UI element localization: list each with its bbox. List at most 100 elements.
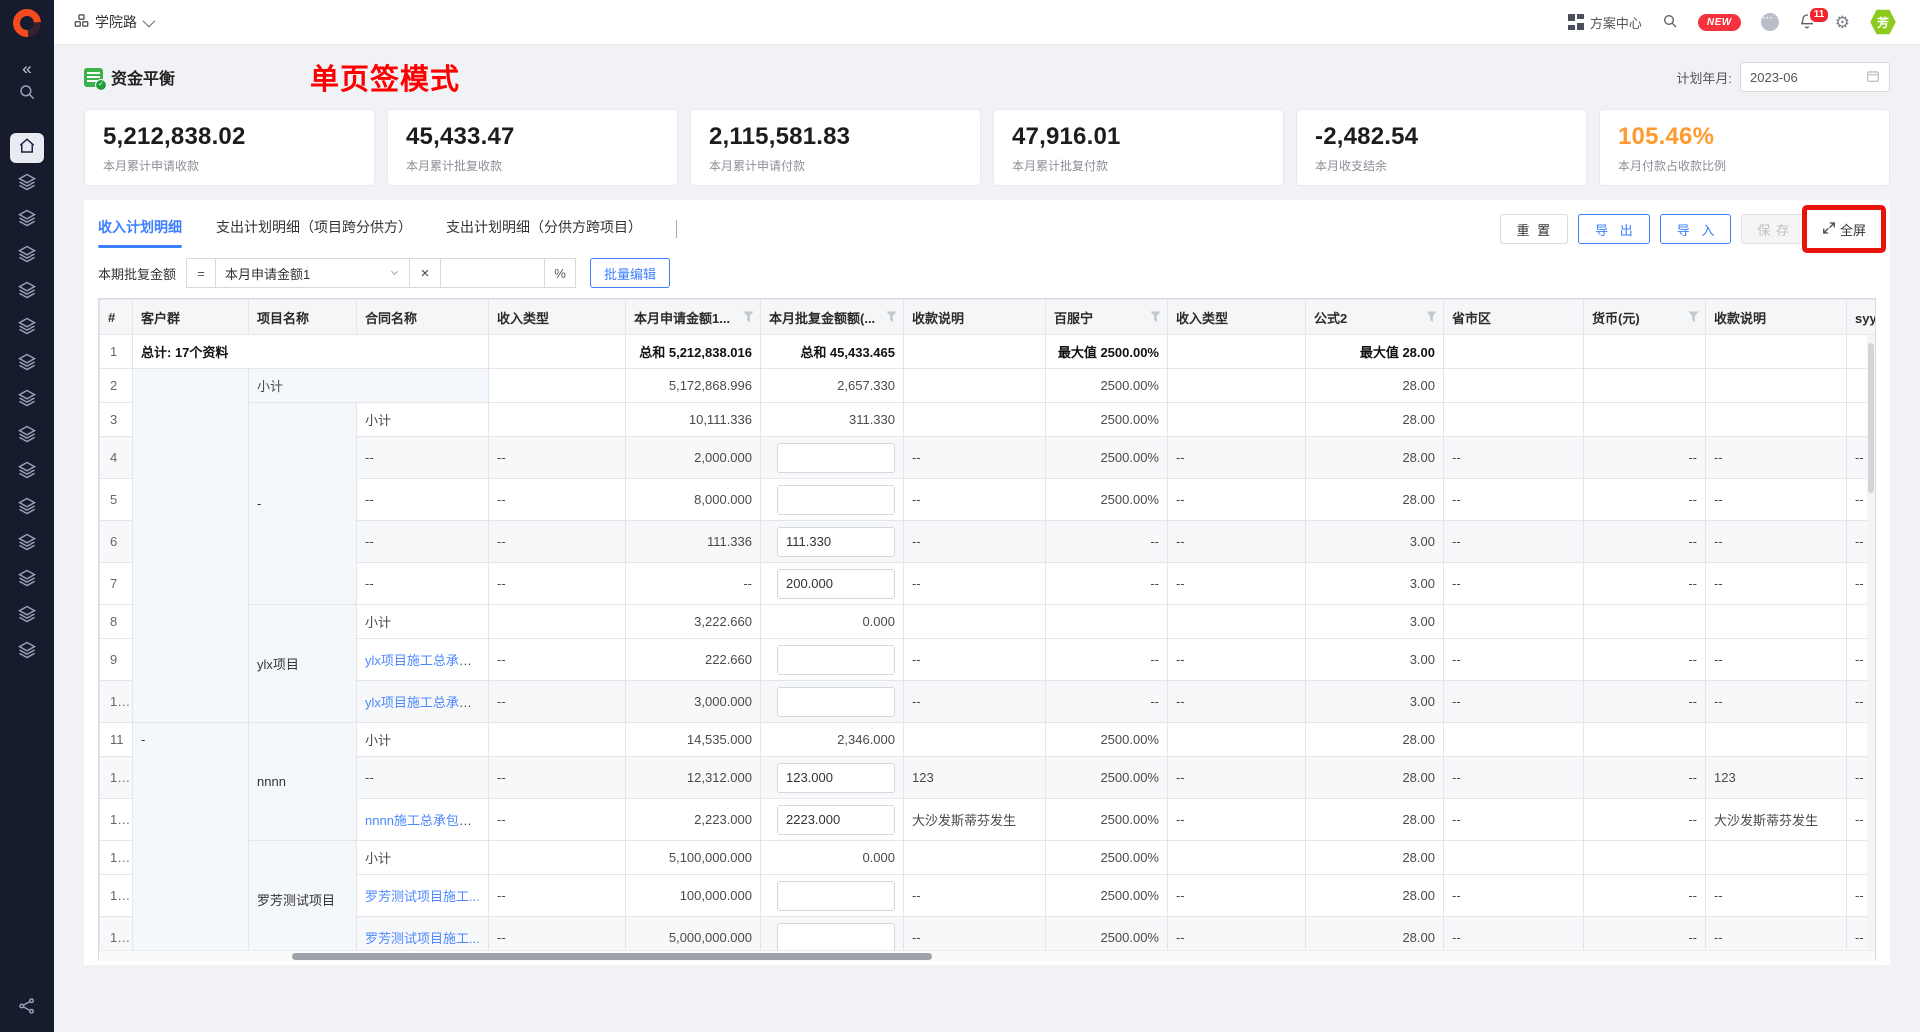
cell: 2500.00% bbox=[1046, 437, 1168, 479]
layers-icon bbox=[18, 389, 36, 412]
cell: 0.000 bbox=[761, 841, 904, 875]
cell: 罗芳测试项目 bbox=[249, 841, 357, 959]
filter-funnel-icon[interactable] bbox=[1150, 311, 1161, 326]
cell: ylx项目 bbox=[249, 605, 357, 723]
grid-icon bbox=[1568, 14, 1584, 30]
cell: -- bbox=[1168, 757, 1306, 799]
horizontal-scrollbar[interactable] bbox=[99, 950, 1875, 961]
filter-funnel-icon[interactable] bbox=[1688, 311, 1699, 326]
row-number: 12 bbox=[100, 757, 133, 799]
cell: -- bbox=[1706, 875, 1847, 917]
avatar[interactable]: 芳 bbox=[1870, 9, 1896, 35]
collapse-sidebar-icon[interactable]: « bbox=[22, 59, 31, 79]
reset-button[interactable]: 重 置 bbox=[1500, 214, 1568, 244]
cell: nnnn bbox=[249, 723, 357, 841]
approved-amount-input[interactable] bbox=[777, 923, 895, 953]
row-number: 7 bbox=[100, 563, 133, 605]
batch-edit-button[interactable]: 批量编辑 bbox=[590, 258, 670, 288]
sidebar-item-layers[interactable] bbox=[10, 313, 44, 343]
sidebar-share-nodes[interactable] bbox=[0, 997, 54, 1020]
sidebar-item-layers[interactable] bbox=[10, 385, 44, 415]
sidebar-item-layers[interactable] bbox=[10, 277, 44, 307]
sidebar-search[interactable] bbox=[10, 79, 44, 109]
fullscreen-button[interactable]: 全屏 bbox=[1816, 220, 1872, 239]
approved-amount-input[interactable]: 111.330 bbox=[777, 527, 895, 557]
formula-field-select[interactable]: 本月申请金额1 bbox=[215, 258, 410, 288]
cell: -- bbox=[1584, 757, 1706, 799]
cell: 总计: 17个资料 bbox=[133, 335, 489, 369]
sidebar-item-layers[interactable] bbox=[10, 457, 44, 487]
sidebar-item-home[interactable] bbox=[10, 133, 44, 163]
contract-link[interactable]: ylx项目施工总承包... bbox=[365, 653, 483, 668]
cell: 123 bbox=[904, 757, 1046, 799]
approved-amount-input[interactable] bbox=[777, 881, 895, 911]
cell: -- bbox=[1444, 639, 1584, 681]
messages-button[interactable] bbox=[1761, 13, 1779, 31]
cell: -- bbox=[357, 479, 489, 521]
sidebar-item-layers[interactable] bbox=[10, 601, 44, 631]
percentage-input[interactable] bbox=[441, 259, 544, 287]
org-switcher[interactable]: 学院路 bbox=[74, 12, 152, 32]
cell: 罗芳测试项目施工... bbox=[357, 875, 489, 917]
export-button[interactable]: 导 出 bbox=[1578, 214, 1650, 244]
filter-funnel-icon[interactable] bbox=[743, 311, 754, 326]
card-label: 本月累计申请付款 bbox=[709, 157, 962, 174]
sidebar-item-layers[interactable] bbox=[10, 421, 44, 451]
approved-amount-input[interactable] bbox=[777, 485, 895, 515]
notifications-button[interactable]: 11 bbox=[1799, 13, 1815, 32]
sidebar-item-layers[interactable] bbox=[10, 241, 44, 271]
sidebar-item-layers[interactable] bbox=[10, 349, 44, 379]
sidebar-item-layers[interactable] bbox=[10, 565, 44, 595]
sidebar-item-layers[interactable] bbox=[10, 169, 44, 199]
cell: 28.00 bbox=[1306, 369, 1444, 403]
cell bbox=[1706, 605, 1847, 639]
cell: -- bbox=[489, 563, 626, 605]
sidebar-item-layers[interactable] bbox=[10, 205, 44, 235]
approved-amount-input[interactable] bbox=[777, 443, 895, 473]
solution-center-button[interactable]: 方案中心 bbox=[1568, 13, 1642, 32]
sidebar-item-layers[interactable] bbox=[10, 637, 44, 667]
approved-amount-input[interactable]: 200.000 bbox=[777, 569, 895, 599]
summary-card: -2,482.54本月收支结余 bbox=[1296, 109, 1587, 186]
tab-active[interactable]: 收入计划明细 bbox=[98, 217, 182, 248]
cell bbox=[1706, 403, 1847, 437]
approved-amount-input[interactable]: 2223.000 bbox=[777, 805, 895, 835]
approved-amount-input[interactable] bbox=[777, 687, 895, 717]
cell: -- bbox=[904, 639, 1046, 681]
new-badge[interactable]: NEW bbox=[1698, 14, 1741, 31]
contract-link[interactable]: ylx项目施工总承包... bbox=[365, 695, 483, 710]
sidebar-item-layers[interactable] bbox=[10, 529, 44, 559]
cell bbox=[761, 639, 904, 681]
vertical-scrollbar[interactable] bbox=[1867, 335, 1875, 949]
cell bbox=[1706, 369, 1847, 403]
cell: 小计 bbox=[249, 369, 489, 403]
contract-link[interactable]: 罗芳测试项目施工... bbox=[365, 931, 480, 946]
sidebar-item-layers[interactable] bbox=[10, 493, 44, 523]
filter-funnel-icon[interactable] bbox=[1426, 311, 1437, 326]
settings-button[interactable]: ⚙ bbox=[1835, 14, 1850, 31]
cell: 3.00 bbox=[1306, 605, 1444, 639]
card-label: 本月累计批复收款 bbox=[406, 157, 659, 174]
card-value: 105.46% bbox=[1618, 123, 1871, 151]
tab-item[interactable]: 支出计划明细（分供方跨项目） bbox=[446, 217, 642, 248]
header-search-button[interactable] bbox=[1662, 13, 1678, 32]
card-value: 47,916.01 bbox=[1012, 123, 1265, 151]
contract-link[interactable]: nnnn施工总承包合同 bbox=[365, 813, 485, 828]
cell: 2,657.330 bbox=[761, 369, 904, 403]
import-button[interactable]: 导 入 bbox=[1660, 214, 1732, 244]
approved-amount-input[interactable]: 123.000 bbox=[777, 763, 895, 793]
cell: 3,222.660 bbox=[626, 605, 761, 639]
approved-amount-input[interactable] bbox=[777, 645, 895, 675]
cell: -- bbox=[1706, 563, 1847, 605]
cell bbox=[904, 403, 1046, 437]
cell: -- bbox=[1168, 563, 1306, 605]
filter-funnel-icon[interactable] bbox=[886, 311, 897, 326]
search-icon bbox=[1662, 13, 1678, 32]
org-name: 学院路 bbox=[95, 12, 137, 32]
cell bbox=[761, 479, 904, 521]
cell: 28.00 bbox=[1306, 875, 1444, 917]
tab-item[interactable]: 支出计划明细（项目跨分供方） bbox=[216, 217, 412, 248]
contract-link[interactable]: 罗芳测试项目施工... bbox=[365, 889, 480, 904]
plan-month-picker[interactable]: 2023-06 bbox=[1740, 62, 1890, 92]
table-row: 7------200.000------3.00-------- bbox=[100, 563, 1877, 605]
